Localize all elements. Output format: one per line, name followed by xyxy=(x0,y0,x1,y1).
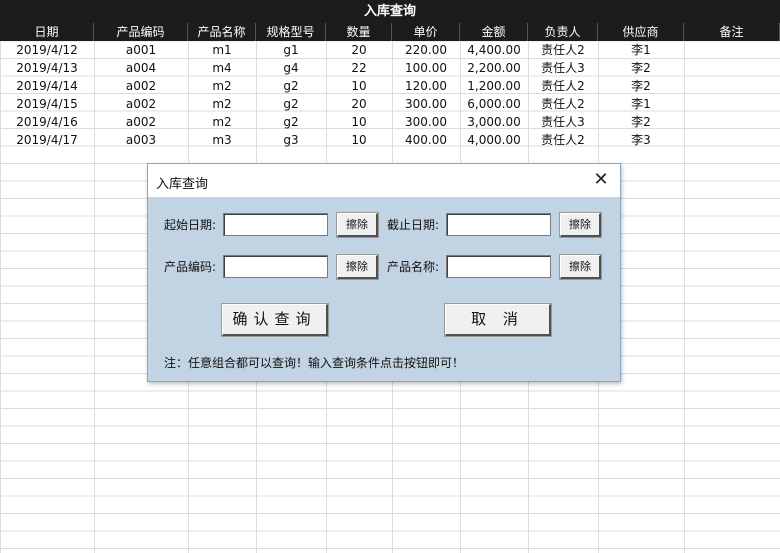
table-header: 日期 产品编码 产品名称 规格型号 数量 单价 金额 负责人 供应商 备注 xyxy=(0,23,780,41)
amount-cell[interactable]: 6,000.00 xyxy=(460,95,528,113)
clear-end-date-button[interactable]: 擦除 xyxy=(559,212,602,238)
owner-cell[interactable]: 责任人2 xyxy=(528,131,598,149)
amount-cell[interactable]: 2,200.00 xyxy=(460,59,528,77)
product-code-cell[interactable]: a004 xyxy=(94,59,188,77)
remarks-cell[interactable] xyxy=(684,113,780,131)
spec-model-cell[interactable]: g1 xyxy=(256,41,326,59)
quantity-cell[interactable]: 20 xyxy=(326,41,392,59)
table-row: 2019/4/14 a002 m2 g2 10 120.00 1,200.00 … xyxy=(0,77,780,95)
quantity-cell[interactable]: 10 xyxy=(326,113,392,131)
clear-product-name-button[interactable]: 擦除 xyxy=(559,254,602,280)
remarks-cell[interactable] xyxy=(684,131,780,149)
start-date-field[interactable] xyxy=(223,213,328,236)
supplier-cell[interactable]: 李1 xyxy=(598,41,684,59)
table-row: 2019/4/12 a001 m1 g1 20 220.00 4,400.00 … xyxy=(0,41,780,59)
supplier-cell[interactable]: 李2 xyxy=(598,113,684,131)
date-cell[interactable]: 2019/4/17 xyxy=(0,131,94,149)
product-code-cell[interactable]: a001 xyxy=(94,41,188,59)
date-cell[interactable]: 2019/4/15 xyxy=(0,95,94,113)
product-code-cell[interactable]: a002 xyxy=(94,77,188,95)
amount-cell[interactable]: 4,000.00 xyxy=(460,131,528,149)
table-row: 2019/4/17 a003 m3 g3 10 400.00 4,000.00 … xyxy=(0,131,780,149)
quantity-cell[interactable]: 22 xyxy=(326,59,392,77)
table-row: 2019/4/16 a002 m2 g2 10 300.00 3,000.00 … xyxy=(0,113,780,131)
owner-cell[interactable]: 责任人3 xyxy=(528,113,598,131)
supplier-cell[interactable]: 李2 xyxy=(598,77,684,95)
header-remarks[interactable]: 备注 xyxy=(684,23,780,41)
header-product-code[interactable]: 产品编码 xyxy=(94,23,188,41)
spec-model-cell[interactable]: g2 xyxy=(256,113,326,131)
header-quantity[interactable]: 数量 xyxy=(326,23,392,41)
spec-model-cell[interactable]: g4 xyxy=(256,59,326,77)
spec-model-cell[interactable]: g3 xyxy=(256,131,326,149)
product-code-cell[interactable]: a002 xyxy=(94,95,188,113)
clear-product-code-button[interactable]: 擦除 xyxy=(336,254,379,280)
product-code-field[interactable] xyxy=(223,255,328,278)
start-date-label: 起始日期: xyxy=(164,218,217,232)
cancel-button[interactable]: 取 消 xyxy=(444,303,552,337)
spec-model-cell[interactable]: g2 xyxy=(256,95,326,113)
date-cell[interactable]: 2019/4/12 xyxy=(0,41,94,59)
date-cell[interactable]: 2019/4/13 xyxy=(0,59,94,77)
date-cell[interactable]: 2019/4/14 xyxy=(0,77,94,95)
header-product-name[interactable]: 产品名称 xyxy=(188,23,256,41)
dialog-title: 入库查询 xyxy=(156,177,209,192)
remarks-cell[interactable] xyxy=(684,77,780,95)
quantity-cell[interactable]: 10 xyxy=(326,77,392,95)
owner-cell[interactable]: 责任人2 xyxy=(528,77,598,95)
product-name-field[interactable] xyxy=(446,255,551,278)
product-name-cell[interactable]: m2 xyxy=(188,77,256,95)
amount-cell[interactable]: 3,000.00 xyxy=(460,113,528,131)
quantity-cell[interactable]: 20 xyxy=(326,95,392,113)
unit-price-cell[interactable]: 400.00 xyxy=(392,131,460,149)
product-name-cell[interactable]: m2 xyxy=(188,113,256,131)
remarks-cell[interactable] xyxy=(684,59,780,77)
amount-cell[interactable]: 1,200.00 xyxy=(460,77,528,95)
date-cell[interactable]: 2019/4/16 xyxy=(0,113,94,131)
supplier-cell[interactable]: 李2 xyxy=(598,59,684,77)
remarks-cell[interactable] xyxy=(684,95,780,113)
end-date-label: 截止日期: xyxy=(387,218,440,232)
clear-start-date-button[interactable]: 擦除 xyxy=(336,212,379,238)
product-code-label: 产品编码: xyxy=(164,260,217,274)
header-unit-price[interactable]: 单价 xyxy=(392,23,460,41)
owner-cell[interactable]: 责任人3 xyxy=(528,59,598,77)
dialog-titlebar[interactable]: 入库查询 ✕ xyxy=(148,164,620,197)
unit-price-cell[interactable]: 300.00 xyxy=(392,113,460,131)
header-owner[interactable]: 负责人 xyxy=(528,23,598,41)
sheet-title: 入库查询 xyxy=(0,0,780,23)
product-name-cell[interactable]: m4 xyxy=(188,59,256,77)
product-code-cell[interactable]: a003 xyxy=(94,131,188,149)
end-date-field[interactable] xyxy=(446,213,551,236)
product-name-label: 产品名称: xyxy=(387,260,440,274)
spec-model-cell[interactable]: g2 xyxy=(256,77,326,95)
header-spec-model[interactable]: 规格型号 xyxy=(256,23,326,41)
header-supplier[interactable]: 供应商 xyxy=(598,23,684,41)
table-row: 2019/4/15 a002 m2 g2 20 300.00 6,000.00 … xyxy=(0,95,780,113)
owner-cell[interactable]: 责任人2 xyxy=(528,41,598,59)
unit-price-cell[interactable]: 100.00 xyxy=(392,59,460,77)
confirm-query-button[interactable]: 确认查询 xyxy=(221,303,329,337)
table-body: 2019/4/12 a001 m1 g1 20 220.00 4,400.00 … xyxy=(0,41,780,149)
unit-price-cell[interactable]: 120.00 xyxy=(392,77,460,95)
product-name-cell[interactable]: m1 xyxy=(188,41,256,59)
product-code-cell[interactable]: a002 xyxy=(94,113,188,131)
header-amount[interactable]: 金额 xyxy=(460,23,528,41)
header-date[interactable]: 日期 xyxy=(0,23,94,41)
unit-price-cell[interactable]: 220.00 xyxy=(392,41,460,59)
dialog-note: 注：任意组合都可以查询！输入查询条件点击按钮即可！ xyxy=(164,356,465,370)
amount-cell[interactable]: 4,400.00 xyxy=(460,41,528,59)
table-row: 2019/4/13 a004 m4 g4 22 100.00 2,200.00 … xyxy=(0,59,780,77)
close-icon[interactable]: ✕ xyxy=(588,168,614,192)
query-dialog: 入库查询 ✕ 起始日期: 擦除 截止日期: 擦除 产品编码: 擦除 产品名称: … xyxy=(147,163,621,382)
supplier-cell[interactable]: 李1 xyxy=(598,95,684,113)
owner-cell[interactable]: 责任人2 xyxy=(528,95,598,113)
supplier-cell[interactable]: 李3 xyxy=(598,131,684,149)
remarks-cell[interactable] xyxy=(684,41,780,59)
unit-price-cell[interactable]: 300.00 xyxy=(392,95,460,113)
product-name-cell[interactable]: m2 xyxy=(188,95,256,113)
product-name-cell[interactable]: m3 xyxy=(188,131,256,149)
quantity-cell[interactable]: 10 xyxy=(326,131,392,149)
